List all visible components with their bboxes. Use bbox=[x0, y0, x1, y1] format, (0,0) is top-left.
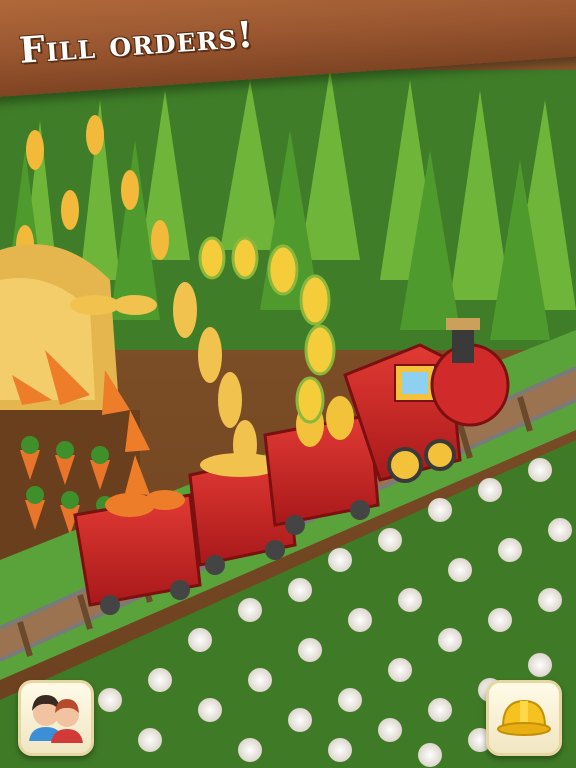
friends-button[interactable] bbox=[18, 680, 94, 756]
build-button[interactable] bbox=[486, 680, 562, 756]
friends-icon bbox=[29, 695, 83, 743]
hard-hat-icon bbox=[497, 699, 551, 736]
farm-scene bbox=[0, 0, 576, 768]
